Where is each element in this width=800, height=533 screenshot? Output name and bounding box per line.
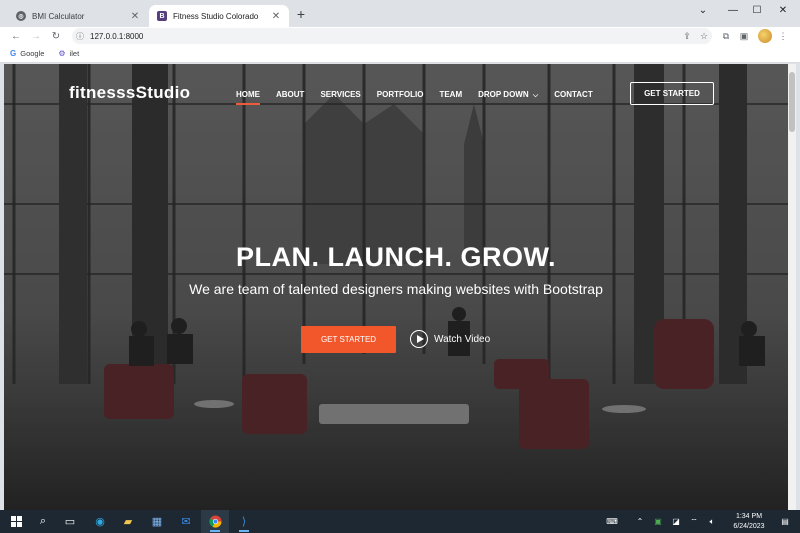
extensions-icon[interactable]: ⧉ (719, 28, 733, 44)
show-hidden-icons-icon[interactable]: ⌃ (633, 510, 647, 533)
forward-button[interactable]: → (28, 28, 44, 44)
close-tab-icon[interactable]: ✕ (130, 11, 140, 22)
get-started-nav-button[interactable]: GET STARTED (630, 82, 714, 105)
hero-headline: PLAN. LAUNCH. GROW. (236, 242, 556, 272)
nav-services[interactable]: SERVICES (320, 90, 360, 100)
back-button[interactable]: ← (8, 28, 24, 44)
hero-subline: We are team of talented designers making… (189, 281, 603, 297)
share-icon[interactable]: ⇪ (680, 28, 694, 44)
tab-bmi-calculator[interactable]: ◎ BMI Calculator ✕ (8, 5, 148, 27)
clock-time: 1:34 PM (735, 513, 763, 520)
bookmarks-bar: G Google ⚙ ilet (0, 45, 800, 63)
close-window-button[interactable]: ✕ (768, 0, 798, 20)
scrollbar-thumb[interactable] (789, 72, 795, 132)
side-panel-icon[interactable]: ▣ (737, 28, 751, 44)
get-started-button[interactable]: GET STARTED (301, 326, 396, 353)
site-info-icon[interactable]: ⓘ (76, 31, 84, 42)
microsoft-store-icon[interactable]: ▦ (143, 510, 171, 533)
browser-toolbar: ← → ↻ ⓘ 127.0.0.1:8000 ⇪ ☆ ⧉ ▣ ⋮ (0, 27, 800, 45)
nav-team[interactable]: TEAM (439, 90, 462, 100)
new-tab-button[interactable]: + (293, 6, 309, 22)
bootstrap-icon: B (157, 11, 167, 21)
tab-search-icon[interactable]: ⌄ (688, 0, 718, 20)
volume-icon[interactable]: 🔈︎ (705, 510, 719, 533)
edge-icon[interactable]: ◉ (86, 510, 114, 533)
task-view-icon[interactable]: ▭ (56, 510, 84, 533)
watch-video-button[interactable]: Watch Video (410, 330, 490, 348)
watch-video-label: Watch Video (434, 333, 491, 345)
google-icon: G (10, 49, 17, 58)
file-explorer-icon[interactable]: ▰ (114, 510, 142, 533)
security-icon[interactable]: ▣ (651, 510, 665, 533)
nav-dropdown-label: DROP DOWN (478, 90, 529, 99)
main-nav: HOME ABOUT SERVICES PORTFOLIO TEAM DROP … (236, 90, 609, 105)
page-scrollbar[interactable] (788, 64, 796, 510)
nav-contact[interactable]: CONTACT (554, 90, 593, 100)
mail-icon[interactable]: ✉ (172, 510, 200, 533)
tab-fitness-studio[interactable]: B Fitness Studio Colorado ✕ (149, 5, 289, 27)
windows-start-icon[interactable] (2, 510, 30, 533)
wifi-icon[interactable]: ⌔ (687, 510, 701, 533)
page-viewport: fitnesssStudio HOME ABOUT SERVICES PORTF… (4, 64, 796, 510)
nav-home[interactable]: HOME (236, 90, 260, 105)
bookmark-google[interactable]: G Google (10, 49, 44, 58)
bookmark-ilet[interactable]: ⚙ ilet (58, 49, 79, 58)
chevron-down-icon: ⌵ (532, 92, 539, 99)
play-icon (410, 330, 428, 348)
search-icon[interactable]: ⌕ (29, 510, 57, 533)
taskbar-clock[interactable]: 1:34 PM 6/24/2023 (722, 512, 776, 532)
nav-dropdown[interactable]: DROP DOWN ⌵ (478, 90, 538, 100)
bookmark-label: Google (20, 49, 45, 58)
clock-date: 6/24/2023 (733, 523, 765, 530)
tab-title: BMI Calculator (32, 11, 85, 21)
ilet-icon: ⚙ (58, 49, 66, 58)
address-bar[interactable]: ⓘ 127.0.0.1:8000 (72, 28, 712, 44)
windows-taskbar: ⌕ ▭ ◉ ▰ ▦ ✉ ⟩ ⌨ ⌃ ▣ ◪ ⌔ 🔈︎ 1:34 PM 6/24/… (0, 510, 800, 533)
close-tab-icon[interactable]: ✕ (271, 11, 281, 22)
notifications-icon[interactable]: ▤ (777, 510, 793, 533)
brand-logo[interactable]: fitnesssStudio (69, 83, 190, 103)
globe-icon: ◎ (16, 11, 26, 21)
vscode-icon[interactable]: ⟩ (230, 510, 258, 533)
nav-portfolio[interactable]: PORTFOLIO (377, 90, 424, 100)
chrome-icon[interactable] (201, 510, 229, 533)
url-text: 127.0.0.1:8000 (90, 31, 144, 41)
bookmark-label: ilet (69, 49, 80, 58)
reload-button[interactable]: ↻ (48, 28, 64, 44)
tray-app-icon[interactable]: ◪ (669, 510, 683, 533)
profile-avatar[interactable] (758, 29, 772, 43)
tab-strip: ◎ BMI Calculator ✕ B Fitness Studio Colo… (0, 0, 800, 27)
nav-about[interactable]: ABOUT (276, 90, 304, 100)
chrome-menu-icon[interactable]: ⋮ (776, 28, 790, 44)
bookmark-star-icon[interactable]: ☆ (697, 28, 711, 44)
tab-title: Fitness Studio Colorado (173, 11, 259, 21)
keyboard-icon[interactable]: ⌨ (603, 510, 621, 533)
